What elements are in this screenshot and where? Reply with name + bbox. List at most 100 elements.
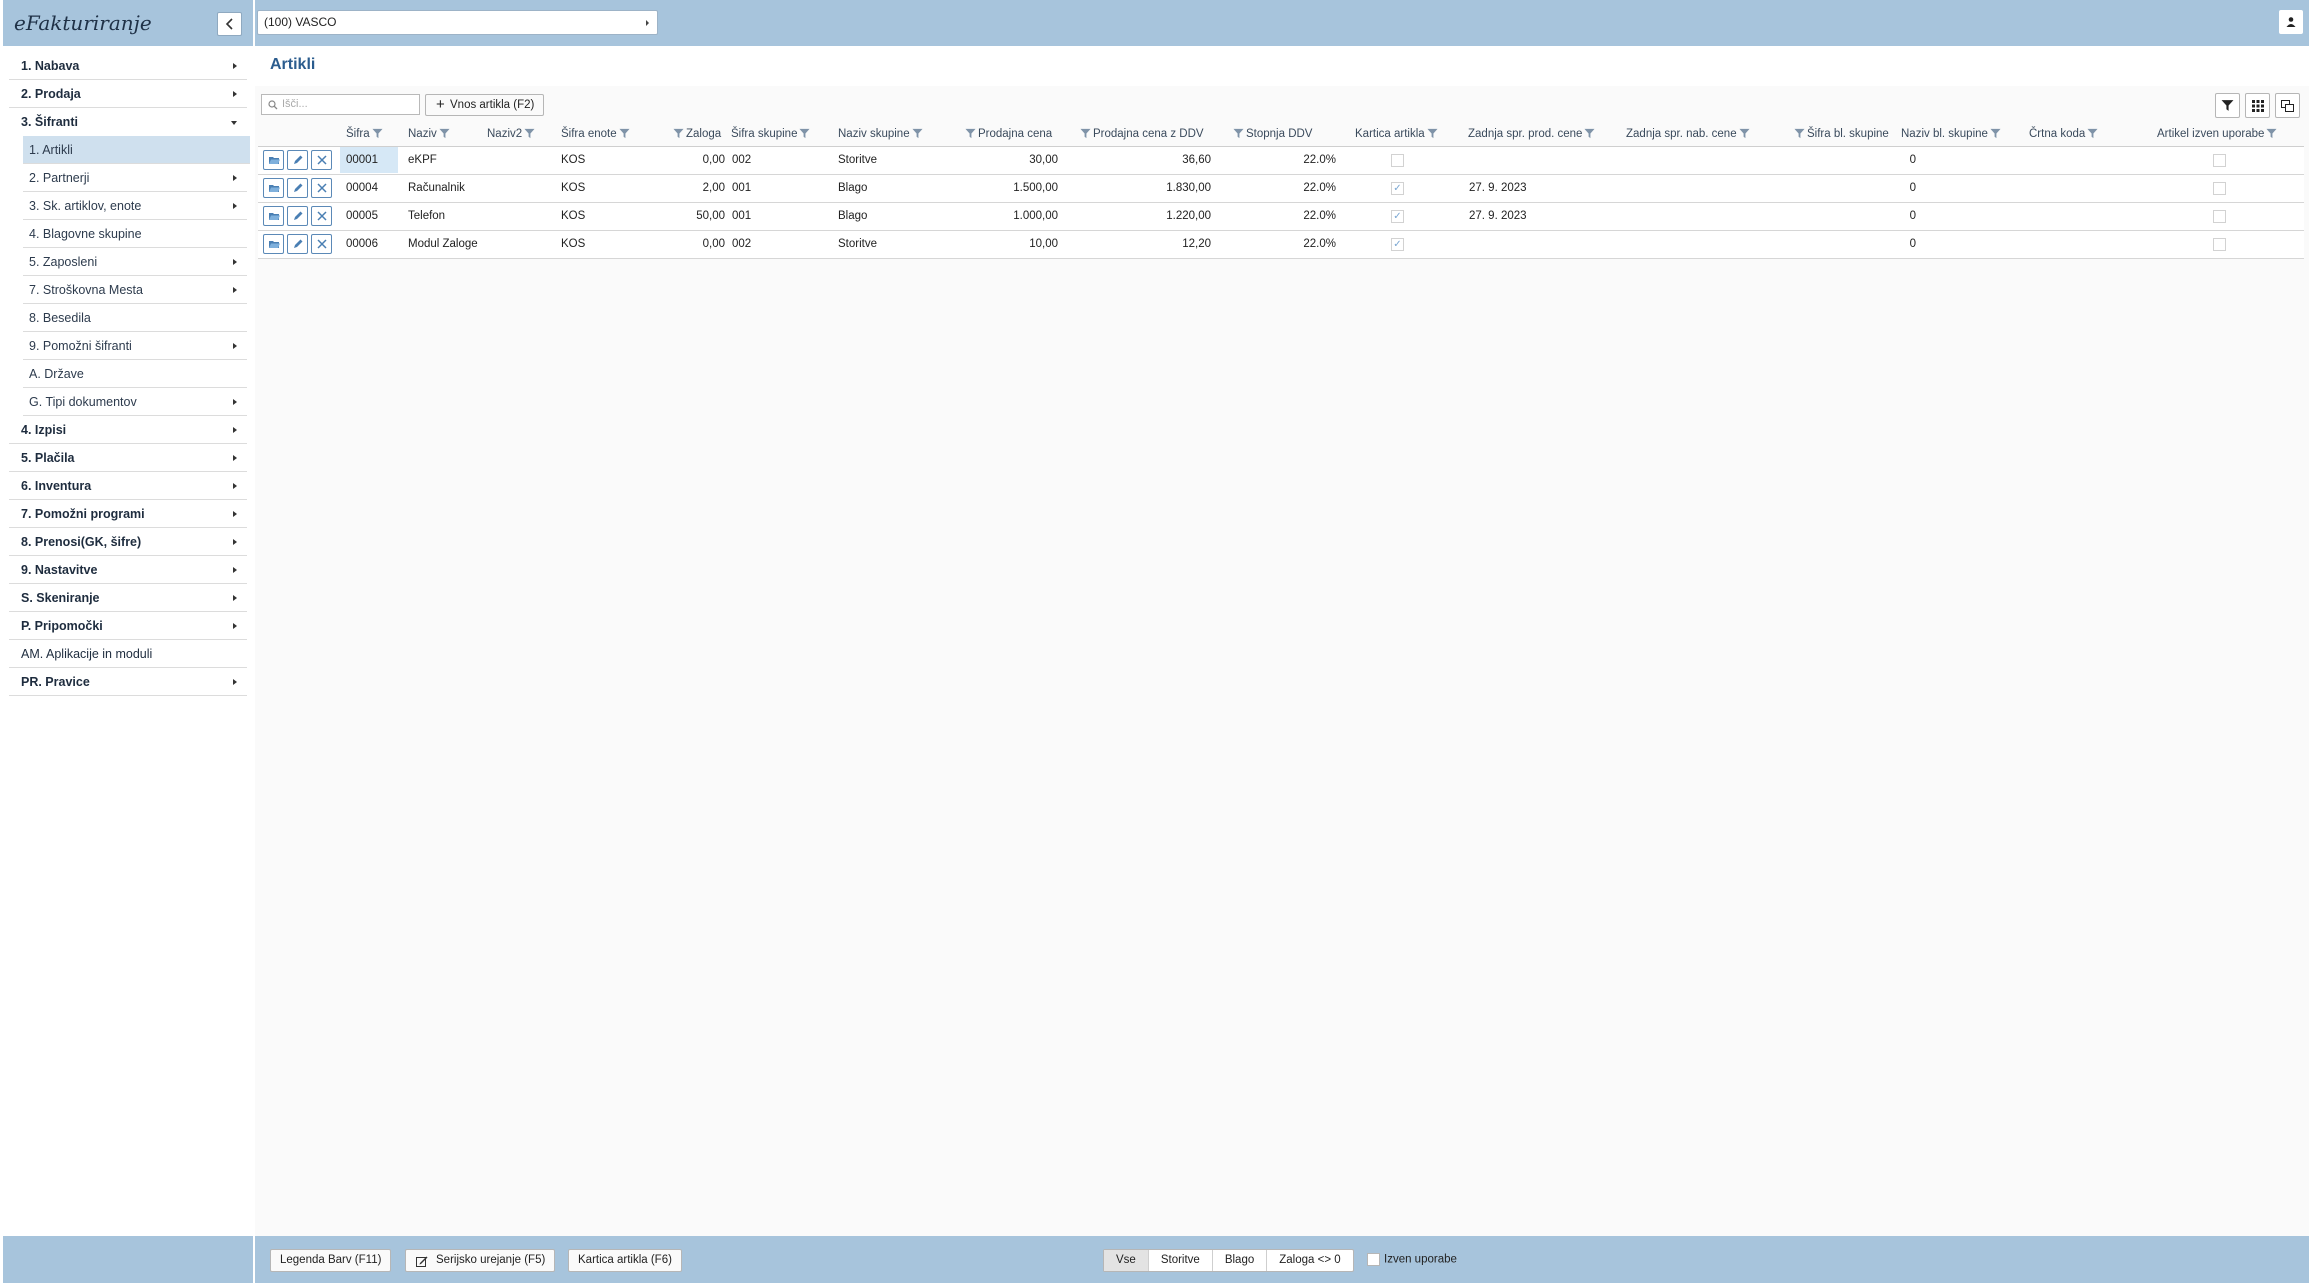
table-row[interactable]: 00001 eKPF KOS 0,00 002 Storitve 30,00 36,60 22.…	[258, 147, 2304, 175]
col-kartica-artikla[interactable]: Kartica artikla	[1355, 128, 1440, 140]
col-prodajna-cena-ddv[interactable]: Prodajna cena z DDV	[1078, 128, 1204, 140]
col-zadnja-prod[interactable]: Zadnja spr. prod. cene	[1468, 128, 1597, 140]
delete-row-button[interactable]	[311, 206, 332, 226]
col-prodajna-cena[interactable]: Prodajna cena	[963, 128, 1052, 140]
col-stopnja-ddv[interactable]: Stopnja DDV	[1231, 128, 1312, 140]
kartica-checkbox[interactable]: ✓	[1391, 182, 1404, 195]
collapse-sidebar-button[interactable]	[217, 12, 242, 36]
col-naziv2[interactable]: Naziv2	[487, 128, 537, 140]
menu-item-aplikacije[interactable]: AM. Aplikacije in moduli	[9, 640, 247, 668]
copy-button[interactable]	[2275, 93, 2300, 118]
menu-item-pomozni-sifranti[interactable]: 9. Pomožni šifranti	[23, 332, 247, 360]
izven-uporabe-checkbox[interactable]: Izven uporabe	[1367, 1253, 1457, 1266]
kartica-checkbox[interactable]: ✓	[1391, 238, 1404, 251]
filter-icon[interactable]	[1080, 128, 1091, 139]
menu-item-prenosi[interactable]: 8. Prenosi(GK, šifre)	[9, 528, 247, 556]
table-row[interactable]: 00006 Modul Zaloge KOS 0,00 002 Storitve 10,00…	[258, 231, 2304, 259]
menu-item-tipi-dokumentov[interactable]: G. Tipi dokumentov	[23, 388, 247, 416]
menu-item-pripomocki[interactable]: P. Pripomočki	[9, 612, 247, 640]
filter-icon[interactable]	[912, 128, 923, 139]
filter-icon[interactable]	[1584, 128, 1595, 139]
izven-uporabe-checkbox[interactable]	[2213, 210, 2226, 223]
menu-item-pravice[interactable]: PR. Pravice	[9, 668, 247, 696]
delete-row-button[interactable]	[311, 150, 332, 170]
open-row-button[interactable]	[263, 206, 284, 226]
menu-item-partnerji[interactable]: 2. Partnerji	[23, 164, 247, 192]
menu-item-label: AM. Aplikacije in moduli	[21, 647, 153, 661]
menu-item-nabava[interactable]: 1. Nabava	[9, 52, 247, 80]
menu-item-besedila[interactable]: 8. Besedila	[23, 304, 247, 332]
edit-row-button[interactable]	[287, 178, 308, 198]
menu-item-blagovne-skupine[interactable]: 4. Blagovne skupine	[23, 220, 247, 248]
kartica-checkbox[interactable]	[1391, 154, 1404, 167]
columns-button[interactable]	[2245, 93, 2270, 118]
filter-icon[interactable]	[673, 128, 684, 139]
filter-icon[interactable]	[619, 128, 630, 139]
menu-item-drzave[interactable]: A. Države	[23, 360, 247, 388]
menu-item-izpisi[interactable]: 4. Izpisi	[9, 416, 247, 444]
filter-icon[interactable]	[1739, 128, 1750, 139]
menu-item-inventura[interactable]: 6. Inventura	[9, 472, 247, 500]
kartica-checkbox[interactable]: ✓	[1391, 210, 1404, 223]
filter-icon[interactable]	[524, 128, 535, 139]
izven-uporabe-checkbox[interactable]	[2213, 182, 2226, 195]
col-sifra-enote[interactable]: Šifra enote	[561, 128, 632, 140]
col-naziv[interactable]: Naziv	[408, 128, 452, 140]
filter-icon[interactable]	[1427, 128, 1438, 139]
menu-item-sk-artiklov[interactable]: 3. Sk. artiklov, enote	[23, 192, 247, 220]
col-izven-uporabe[interactable]: Artikel izven uporabe	[2157, 128, 2279, 140]
menu-item-skeniranje[interactable]: S. Skeniranje	[9, 584, 247, 612]
delete-row-button[interactable]	[311, 234, 332, 254]
edit-row-button[interactable]	[287, 150, 308, 170]
col-zaloga[interactable]: Zaloga	[671, 128, 721, 140]
add-article-button[interactable]: + Vnos artikla (F2)	[425, 94, 545, 116]
menu-item-prodaja[interactable]: 2. Prodaja	[9, 80, 247, 108]
table-row[interactable]: 00005 Telefon KOS 50,00 001 Blago 1.000,00 1.22…	[258, 203, 2304, 231]
article-card-button[interactable]: Kartica artikla (F6)	[568, 1249, 682, 1272]
open-row-button[interactable]	[263, 150, 284, 170]
filter-vse[interactable]: Vse	[1104, 1250, 1149, 1271]
col-sifra-bl-skupine[interactable]: Šifra bl. skupine	[1792, 128, 1889, 140]
delete-row-button[interactable]	[311, 178, 332, 198]
filter-icon[interactable]	[965, 128, 976, 139]
col-crtna-koda[interactable]: Črtna koda	[2029, 128, 2100, 140]
col-sifra[interactable]: Šifra	[346, 128, 385, 140]
search-input[interactable]: Išči...	[261, 94, 420, 115]
col-naziv-skupine[interactable]: Naziv skupine	[838, 128, 925, 140]
col-zadnja-nab[interactable]: Zadnja spr. nab. cene	[1626, 128, 1752, 140]
table-row[interactable]: 00004 Računalnik KOS 2,00 001 Blago 1.500,00 1.…	[258, 175, 2304, 203]
filter-icon[interactable]	[2266, 128, 2277, 139]
menu-item-zaposleni[interactable]: 5. Zaposleni	[23, 248, 247, 276]
edit-row-button[interactable]	[287, 234, 308, 254]
user-button[interactable]	[2279, 10, 2303, 34]
edit-row-button[interactable]	[287, 206, 308, 226]
checkbox[interactable]	[1367, 1253, 1380, 1266]
izven-uporabe-checkbox[interactable]	[2213, 238, 2226, 251]
filter-icon[interactable]	[372, 128, 383, 139]
menu-item-sifranti[interactable]: 3. Šifranti	[9, 108, 247, 136]
menu-item-stroskovna-mesta[interactable]: 7. Stroškovna Mesta	[23, 276, 247, 304]
organization-select[interactable]: (100) VASCO	[257, 10, 658, 35]
izven-uporabe-checkbox[interactable]	[2213, 154, 2226, 167]
filter-button[interactable]	[2215, 93, 2240, 118]
filter-icon[interactable]	[799, 128, 811, 139]
filter-icon[interactable]	[1233, 128, 1244, 139]
col-sifra-skupine[interactable]: Šifra skupine	[731, 128, 812, 140]
col-naziv-bl-skupine[interactable]: Naziv bl. skupine	[1901, 128, 2003, 140]
open-row-button[interactable]	[263, 234, 284, 254]
legend-button[interactable]: Legenda Barv (F11)	[270, 1249, 392, 1272]
open-row-button[interactable]	[263, 178, 284, 198]
filter-icon[interactable]	[1794, 128, 1805, 139]
filter-icon[interactable]	[439, 128, 450, 139]
menu-item-placila[interactable]: 5. Plačila	[9, 444, 247, 472]
filter-zaloga[interactable]: Zaloga <> 0	[1267, 1250, 1352, 1271]
filter-icon[interactable]	[2087, 128, 2098, 139]
serial-edit-button[interactable]: Serijsko urejanje (F5)	[405, 1249, 556, 1272]
filter-blago[interactable]: Blago	[1213, 1250, 1268, 1271]
filter-icon[interactable]	[1990, 128, 2001, 139]
col-label: Artikel izven uporabe	[2157, 128, 2265, 140]
filter-storitve[interactable]: Storitve	[1149, 1250, 1213, 1271]
menu-item-artikli[interactable]: 1. Artikli	[23, 136, 250, 164]
menu-item-nastavitve[interactable]: 9. Nastavitve	[9, 556, 247, 584]
menu-item-pomozni-programi[interactable]: 7. Pomožni programi	[9, 500, 247, 528]
